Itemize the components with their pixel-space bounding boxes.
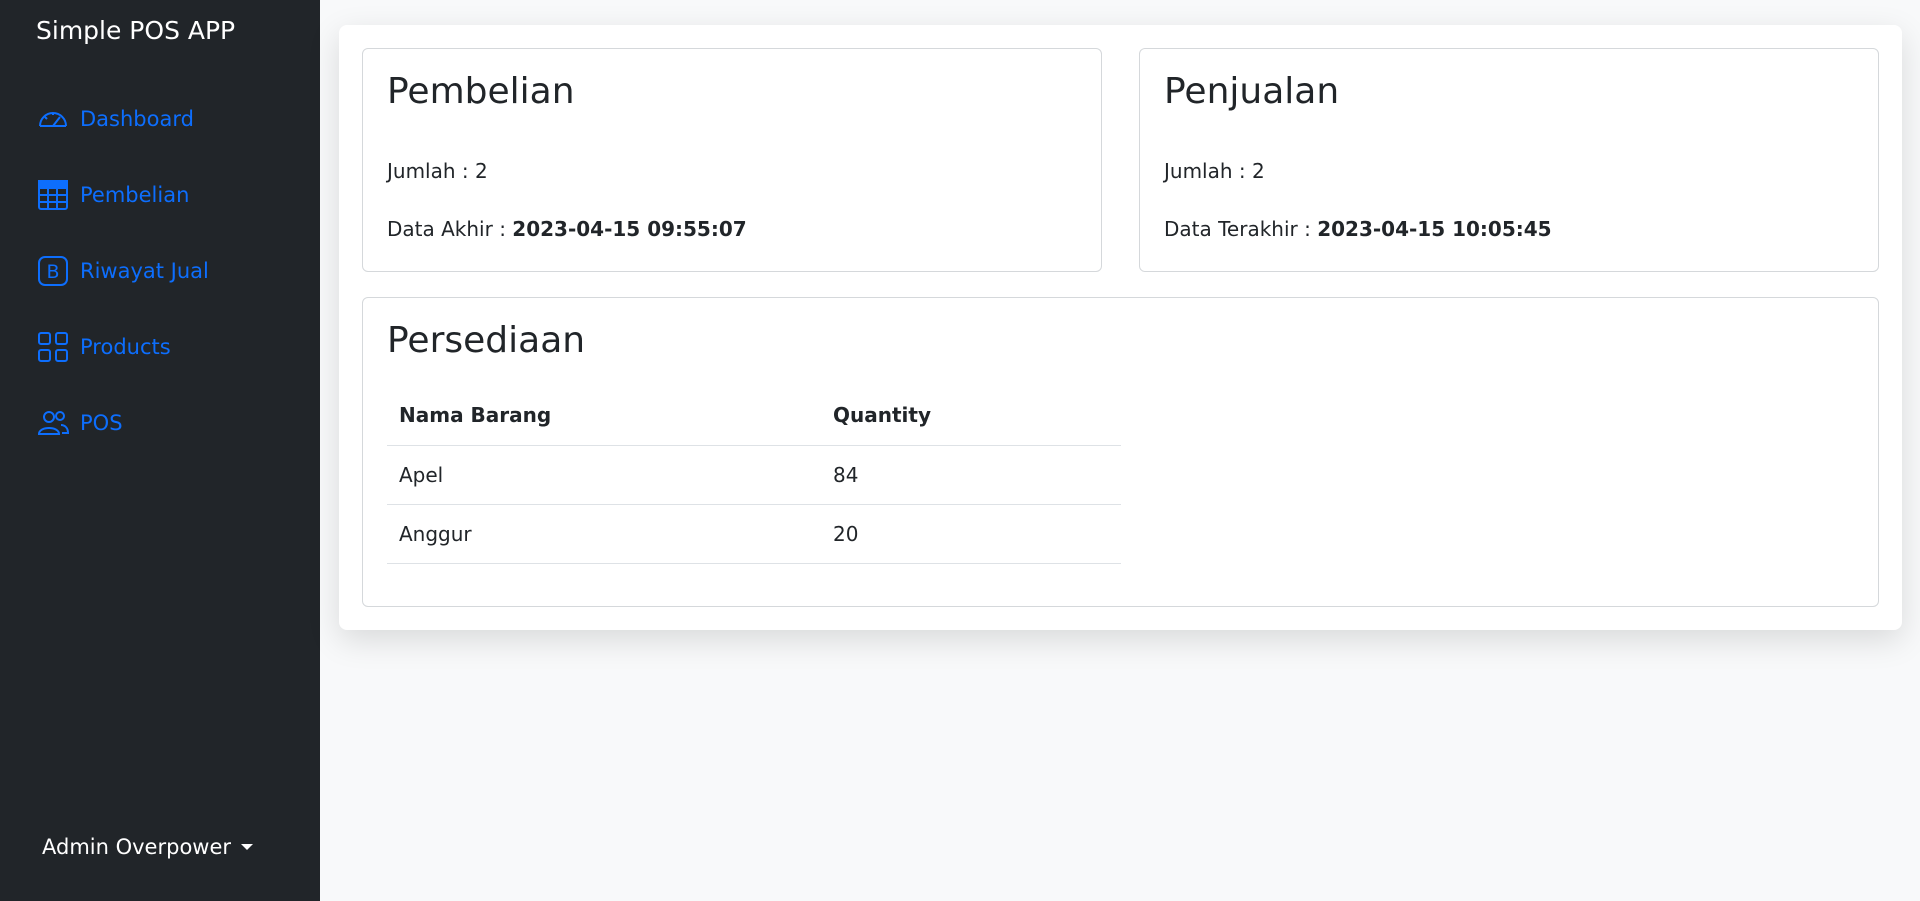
sidebar-item-label: POS bbox=[80, 411, 123, 435]
item-name: Anggur bbox=[387, 504, 821, 564]
sidebar-item-label: Dashboard bbox=[80, 107, 194, 131]
sidebar-item-products[interactable]: Products bbox=[36, 328, 209, 366]
item-quantity: 20 bbox=[821, 504, 1121, 564]
column-header-nama-barang: Nama Barang bbox=[387, 386, 821, 446]
penjualan-count-value: 2 bbox=[1252, 159, 1265, 183]
sidebar-item-riwayat-jual[interactable]: B Riwayat Jual bbox=[36, 252, 209, 290]
user-name: Admin Overpower bbox=[42, 835, 232, 859]
persediaan-title: Persediaan bbox=[387, 320, 586, 361]
speedometer-icon bbox=[36, 102, 70, 136]
pembelian-count-value: 2 bbox=[475, 159, 488, 183]
pembelian-count-label: Jumlah : bbox=[387, 159, 475, 183]
sidebar-item-pos[interactable]: POS bbox=[36, 404, 209, 442]
grid-icon bbox=[36, 330, 70, 364]
pembelian-last-data: Data Akhir : 2023-04-15 09:55:07 bbox=[387, 217, 747, 241]
table-row: Anggur 20 bbox=[387, 504, 1121, 564]
dashboard-panel: Pembelian Jumlah : 2 Data Akhir : 2023-0… bbox=[339, 25, 1902, 630]
penjualan-last-value: 2023-04-15 10:05:45 bbox=[1317, 217, 1552, 241]
table-header-row: Nama Barang Quantity bbox=[387, 386, 1121, 446]
pembelian-last-label: Data Akhir : bbox=[387, 217, 513, 241]
pembelian-card: Pembelian Jumlah : 2 Data Akhir : 2023-0… bbox=[362, 48, 1102, 272]
pembelian-title: Pembelian bbox=[387, 71, 575, 112]
sidebar-nav: Dashboard Pembelian B Riwayat Jual Produ… bbox=[36, 100, 209, 480]
sidebar-item-label: Products bbox=[80, 335, 171, 359]
penjualan-last-data: Data Terakhir : 2023-04-15 10:05:45 bbox=[1164, 217, 1552, 241]
app-brand[interactable]: Simple POS APP bbox=[36, 16, 235, 45]
sidebar-item-dashboard[interactable]: Dashboard bbox=[36, 100, 209, 138]
svg-text:B: B bbox=[46, 261, 59, 283]
sidebar-item-pembelian[interactable]: Pembelian bbox=[36, 176, 209, 214]
pembelian-count: Jumlah : 2 bbox=[387, 159, 488, 183]
column-header-quantity: Quantity bbox=[821, 386, 1121, 446]
caret-down-icon bbox=[241, 844, 254, 850]
sidebar-item-label: Pembelian bbox=[80, 183, 190, 207]
penjualan-card: Penjualan Jumlah : 2 Data Terakhir : 202… bbox=[1139, 48, 1879, 272]
bootstrap-icon: B bbox=[36, 254, 70, 288]
stock-table: Nama Barang Quantity Apel 84 Anggur 20 bbox=[387, 386, 1121, 564]
table-icon bbox=[36, 178, 70, 212]
sidebar: Simple POS APP Dashboard Pembelian B Riw… bbox=[0, 0, 320, 901]
penjualan-count-label: Jumlah : bbox=[1164, 159, 1252, 183]
table-row: Apel 84 bbox=[387, 445, 1121, 505]
persediaan-card: Persediaan Nama Barang Quantity Apel 84 … bbox=[362, 297, 1879, 607]
user-menu-dropdown[interactable]: Admin Overpower bbox=[42, 835, 254, 859]
penjualan-last-label: Data Terakhir : bbox=[1164, 217, 1318, 241]
pembelian-last-value: 2023-04-15 09:55:07 bbox=[512, 217, 747, 241]
item-quantity: 84 bbox=[821, 445, 1121, 505]
item-name: Apel bbox=[387, 445, 821, 505]
people-icon bbox=[36, 406, 70, 440]
penjualan-count: Jumlah : 2 bbox=[1164, 159, 1265, 183]
sidebar-item-label: Riwayat Jual bbox=[80, 259, 209, 283]
penjualan-title: Penjualan bbox=[1164, 71, 1340, 112]
